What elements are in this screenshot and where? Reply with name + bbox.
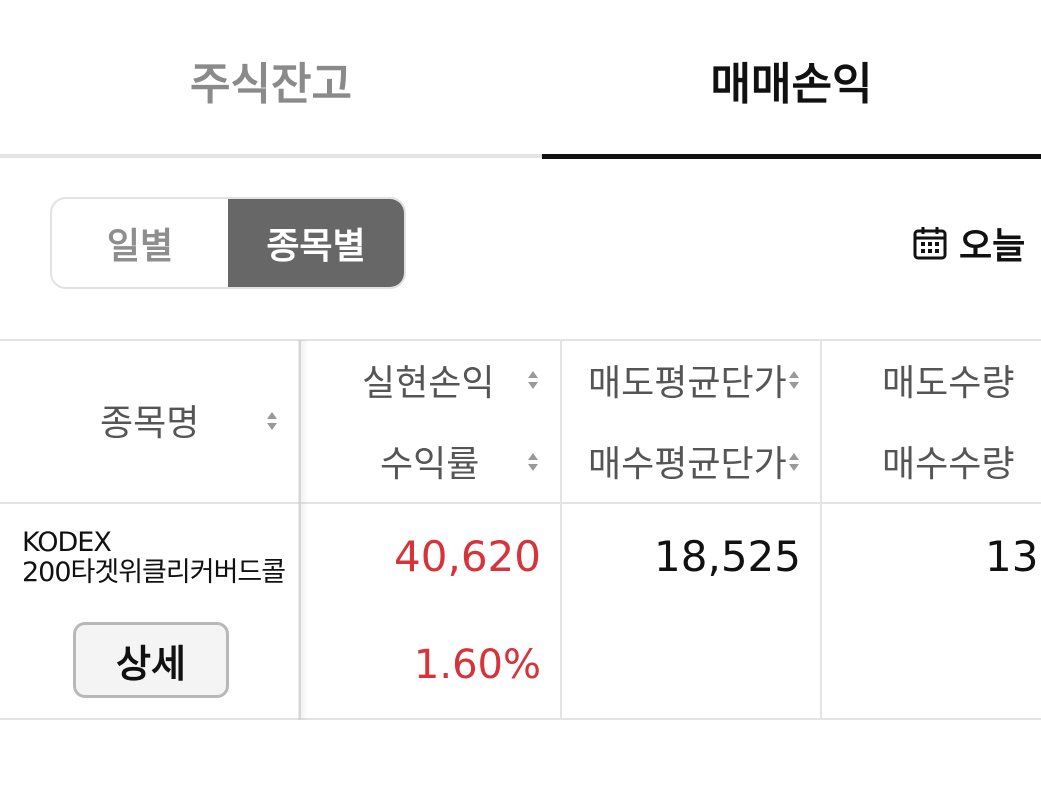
- header-buy-avg-price[interactable]: 매수평균단가: [588, 436, 796, 486]
- tab-trade-pnl[interactable]: 매매손익: [542, 0, 1041, 160]
- sort-icon[interactable]: [788, 451, 800, 473]
- header-return-rate[interactable]: 수익률: [380, 436, 479, 486]
- tab-stock-balance[interactable]: 주식잔고: [0, 0, 542, 160]
- col-divider-2: [560, 339, 562, 720]
- detail-button[interactable]: 상세: [73, 622, 229, 698]
- segment-by-stock[interactable]: 종목별: [228, 199, 404, 287]
- header-realized-pnl-label: 실현손익: [362, 363, 495, 404]
- header-sell-avg-price[interactable]: 매도평균단가: [588, 355, 796, 405]
- header-sell-avg-price-label: 매도평균단가: [588, 363, 787, 404]
- sort-icon[interactable]: [527, 369, 539, 391]
- sell-qty-value: 139: [985, 532, 1041, 581]
- row-bottom-border: [0, 718, 1041, 720]
- header-name-label: 종목명: [100, 403, 200, 444]
- header-buy-qty-label: 매수수량: [882, 444, 1015, 485]
- sort-icon[interactable]: [788, 369, 800, 391]
- calendar-icon: [913, 226, 947, 260]
- header-bottom-border: [0, 502, 1041, 504]
- segment-daily[interactable]: 일별: [52, 199, 228, 287]
- tab-underline-active: [542, 154, 1041, 159]
- return-rate-value: 1.60%: [413, 642, 541, 688]
- realized-pnl-value: 40,620: [394, 532, 541, 581]
- frozen-column-shadow: [298, 340, 308, 720]
- stock-name-line2: 200타겟위클리커버드콜: [22, 557, 286, 588]
- sort-icon[interactable]: [527, 451, 539, 473]
- header-name[interactable]: 종목명: [100, 395, 199, 445]
- top-tab-bar: 주식잔고 매매손익: [0, 0, 1041, 160]
- sell-avg-price-value: 18,525: [654, 532, 801, 581]
- sort-icon[interactable]: [266, 410, 278, 432]
- tab-underline-inactive: [0, 154, 542, 158]
- col-divider-3: [820, 339, 822, 720]
- stock-name: KODEX 200타겟위클리커버드콜: [22, 527, 286, 588]
- header-buy-qty[interactable]: 매수수량: [882, 436, 1014, 486]
- view-segment-control: 일별 종목별: [50, 197, 406, 289]
- stock-name-line1: KODEX: [22, 527, 112, 558]
- header-return-rate-label: 수익률: [380, 444, 480, 485]
- date-filter-label: 오늘: [959, 226, 1026, 267]
- table-top-border: [0, 339, 1041, 341]
- header-sell-qty[interactable]: 매도수량: [882, 355, 1014, 405]
- date-filter-button[interactable]: 오늘: [913, 218, 1025, 268]
- header-realized-pnl[interactable]: 실현손익: [362, 355, 494, 405]
- header-buy-avg-price-label: 매수평균단가: [588, 444, 787, 485]
- header-sell-qty-label: 매도수량: [882, 363, 1015, 404]
